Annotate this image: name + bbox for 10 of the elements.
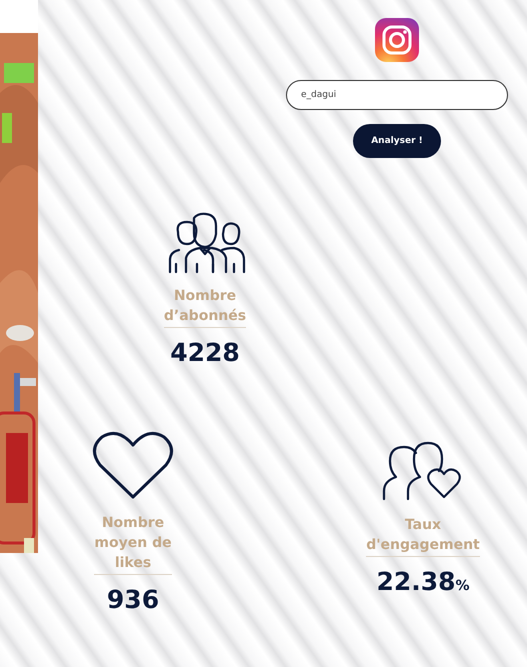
stat-value: 936 <box>106 585 160 614</box>
username-field[interactable]: e_dagui <box>286 80 508 110</box>
camera-logo-icon <box>375 18 419 62</box>
stat-value: 4228 <box>170 338 240 367</box>
heart-icon <box>92 429 174 501</box>
stat-label: Nombre d’abonnés <box>164 286 246 328</box>
analyze-button[interactable]: Analyser ! <box>353 124 441 158</box>
stat-value: 22.38% <box>376 567 470 596</box>
stat-label: Taux d'engagement <box>366 515 480 557</box>
stat-label: Nombre moyen de likes <box>94 513 172 575</box>
